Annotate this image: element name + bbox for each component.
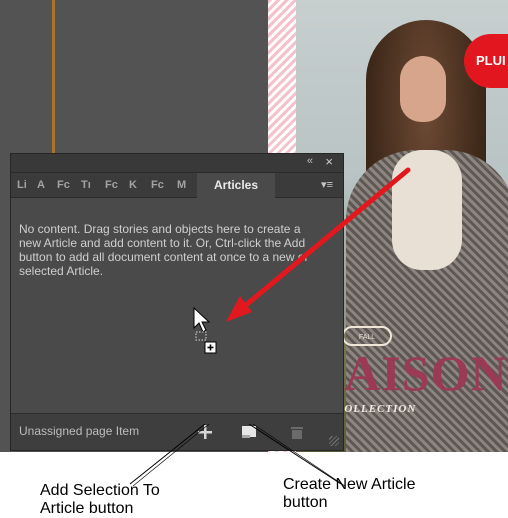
create-new-article-caption-line2: button xyxy=(283,494,328,511)
create-new-article-caption: Create New Article button xyxy=(283,476,416,512)
add-selection-caption: Add Selection To Article button xyxy=(40,482,160,518)
add-selection-caption-line1: Add Selection To xyxy=(40,482,160,499)
callout-lines xyxy=(129,423,346,487)
add-selection-caption-line2: Article button xyxy=(40,500,134,517)
create-new-article-caption-line1: Create New Article xyxy=(283,476,416,493)
